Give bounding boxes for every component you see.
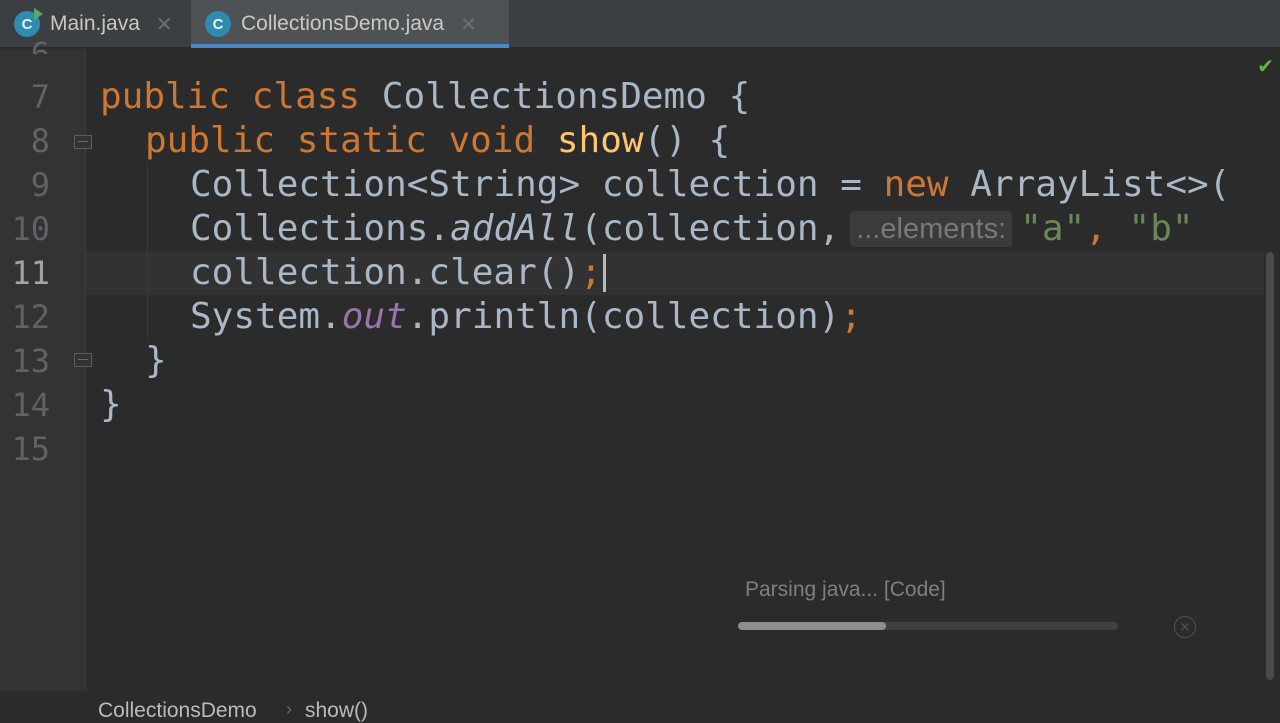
keyword: public (100, 76, 231, 117)
parameter-hint: ...elements: (850, 211, 1013, 247)
line-number: 10 (11, 210, 50, 248)
code-line-14[interactable]: } (100, 383, 122, 427)
brace: { (728, 76, 751, 117)
line-number-current: 11 (11, 254, 50, 292)
close-icon[interactable]: ✕ (460, 12, 477, 37)
string-literal: "a" (1020, 208, 1086, 249)
code-text: (collection, (580, 208, 841, 249)
line-number: 9 (30, 166, 50, 204)
breadcrumb-item-method[interactable]: show() (305, 699, 368, 723)
check-icon[interactable]: ✔ (1257, 54, 1274, 79)
editor-tab-bar: C Main.java ✕ C CollectionsDemo.java ✕ (0, 0, 1280, 48)
line-number: 14 (11, 386, 50, 424)
close-icon[interactable]: ✕ (156, 12, 173, 37)
keyword: class (251, 76, 361, 117)
code-text: .println(collection) (406, 296, 841, 337)
line-number: 8 (30, 122, 50, 160)
code-text: () { (643, 120, 731, 161)
line-number: 6 (30, 35, 50, 54)
code-line-7[interactable]: public class CollectionsDemo { (100, 75, 750, 119)
java-class-icon: C (205, 11, 231, 37)
code-line-13[interactable]: } (145, 339, 167, 383)
breadcrumb-separator: › (286, 699, 292, 719)
fold-marker-icon[interactable] (74, 135, 92, 149)
separator: , (1085, 208, 1129, 249)
progress-bar-fill (738, 622, 887, 630)
code-line-8[interactable]: public static void show() { (145, 119, 730, 163)
breadcrumb-item-class[interactable]: CollectionsDemo (98, 699, 257, 723)
keyword: new (883, 164, 949, 205)
text-cursor (602, 254, 606, 292)
brace: } (100, 384, 122, 425)
line-number: 15 (11, 430, 50, 468)
keyword: public (145, 120, 276, 161)
progress-label: Parsing java... [Code] (745, 578, 946, 601)
tab-label: CollectionsDemo.java (241, 12, 445, 35)
code-text: collection.clear() (190, 252, 581, 293)
code-line-11[interactable]: collection.clear(); (190, 251, 606, 295)
line-number: 7 (30, 78, 50, 116)
string-literal: "b" (1128, 208, 1194, 249)
code-line-9[interactable]: Collection<String> collection = new Arra… (190, 163, 1230, 207)
class-name: CollectionsDemo (381, 76, 707, 117)
keyword: static (296, 120, 427, 161)
code-text: Collections. (190, 208, 451, 249)
progress-bar (738, 622, 1118, 630)
indent-guide (147, 162, 148, 338)
semicolon: ; (840, 296, 862, 337)
tab-collectionsdemo-java[interactable]: C CollectionsDemo.java ✕ (191, 0, 509, 48)
breadcrumb: CollectionsDemo › show() (0, 690, 1280, 723)
fold-marker-icon[interactable] (74, 353, 92, 367)
code-line-12[interactable]: System.out.println(collection); (190, 295, 862, 339)
semicolon: ; (580, 252, 602, 293)
tab-label: Main.java (50, 12, 140, 35)
line-number: 13 (11, 342, 50, 380)
cancel-icon[interactable]: ✕ (1174, 616, 1196, 638)
code-line-10[interactable]: Collections.addAll(collection, ...element… (190, 207, 1194, 251)
static-method-call: addAll (450, 208, 581, 249)
keyword: void (448, 120, 536, 161)
method-name: show (556, 120, 644, 161)
brace: } (145, 340, 167, 381)
code-text: ArrayList<>( (948, 164, 1231, 205)
code-text: Collection<String> collection = (190, 164, 884, 205)
vertical-scrollbar[interactable] (1266, 252, 1274, 680)
line-number: 12 (11, 298, 50, 336)
code-text: System. (190, 296, 342, 337)
static-field: out (341, 296, 407, 337)
